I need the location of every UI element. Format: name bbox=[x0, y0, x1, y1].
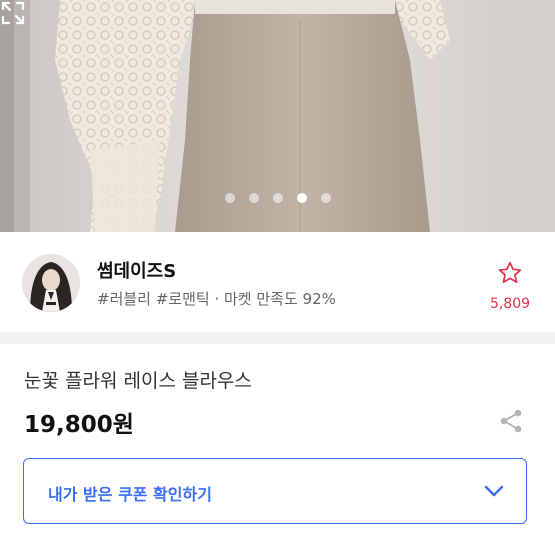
coupon-label: 내가 받은 쿠폰 확인하기 bbox=[48, 485, 212, 504]
product-image-carousel[interactable] bbox=[0, 0, 555, 232]
carousel-dot[interactable] bbox=[248, 193, 259, 203]
carousel-dot[interactable] bbox=[272, 193, 283, 203]
carousel-dot[interactable] bbox=[320, 193, 331, 203]
carousel-indicator bbox=[0, 193, 555, 205]
favorite-button[interactable]: 5,809 bbox=[486, 260, 534, 312]
expand-icon[interactable] bbox=[0, 0, 26, 26]
carousel-dot-active[interactable] bbox=[296, 193, 307, 203]
seller-tags: #러블리 #로맨틱 · 마켓 만족도 92% bbox=[97, 290, 336, 308]
favorite-count: 5,809 bbox=[489, 296, 531, 312]
product-title: 눈꽃 플라워 레이스 블라우스 bbox=[24, 370, 252, 392]
share-icon[interactable] bbox=[498, 408, 524, 434]
star-outline-icon[interactable] bbox=[497, 260, 523, 286]
seller-avatar[interactable] bbox=[22, 254, 80, 312]
chevron-down-icon bbox=[484, 485, 504, 497]
seller-info[interactable]: 썸데이즈S #러블리 #로맨틱 · 마켓 만족도 92% 5,809 bbox=[0, 232, 555, 344]
product-price: 19,800원 bbox=[24, 412, 134, 438]
avatar-image bbox=[22, 254, 80, 312]
seller-name[interactable]: 썸데이즈S bbox=[97, 257, 176, 283]
coupon-check-button[interactable]: 내가 받은 쿠폰 확인하기 bbox=[23, 458, 527, 524]
carousel-dot[interactable] bbox=[224, 193, 235, 203]
